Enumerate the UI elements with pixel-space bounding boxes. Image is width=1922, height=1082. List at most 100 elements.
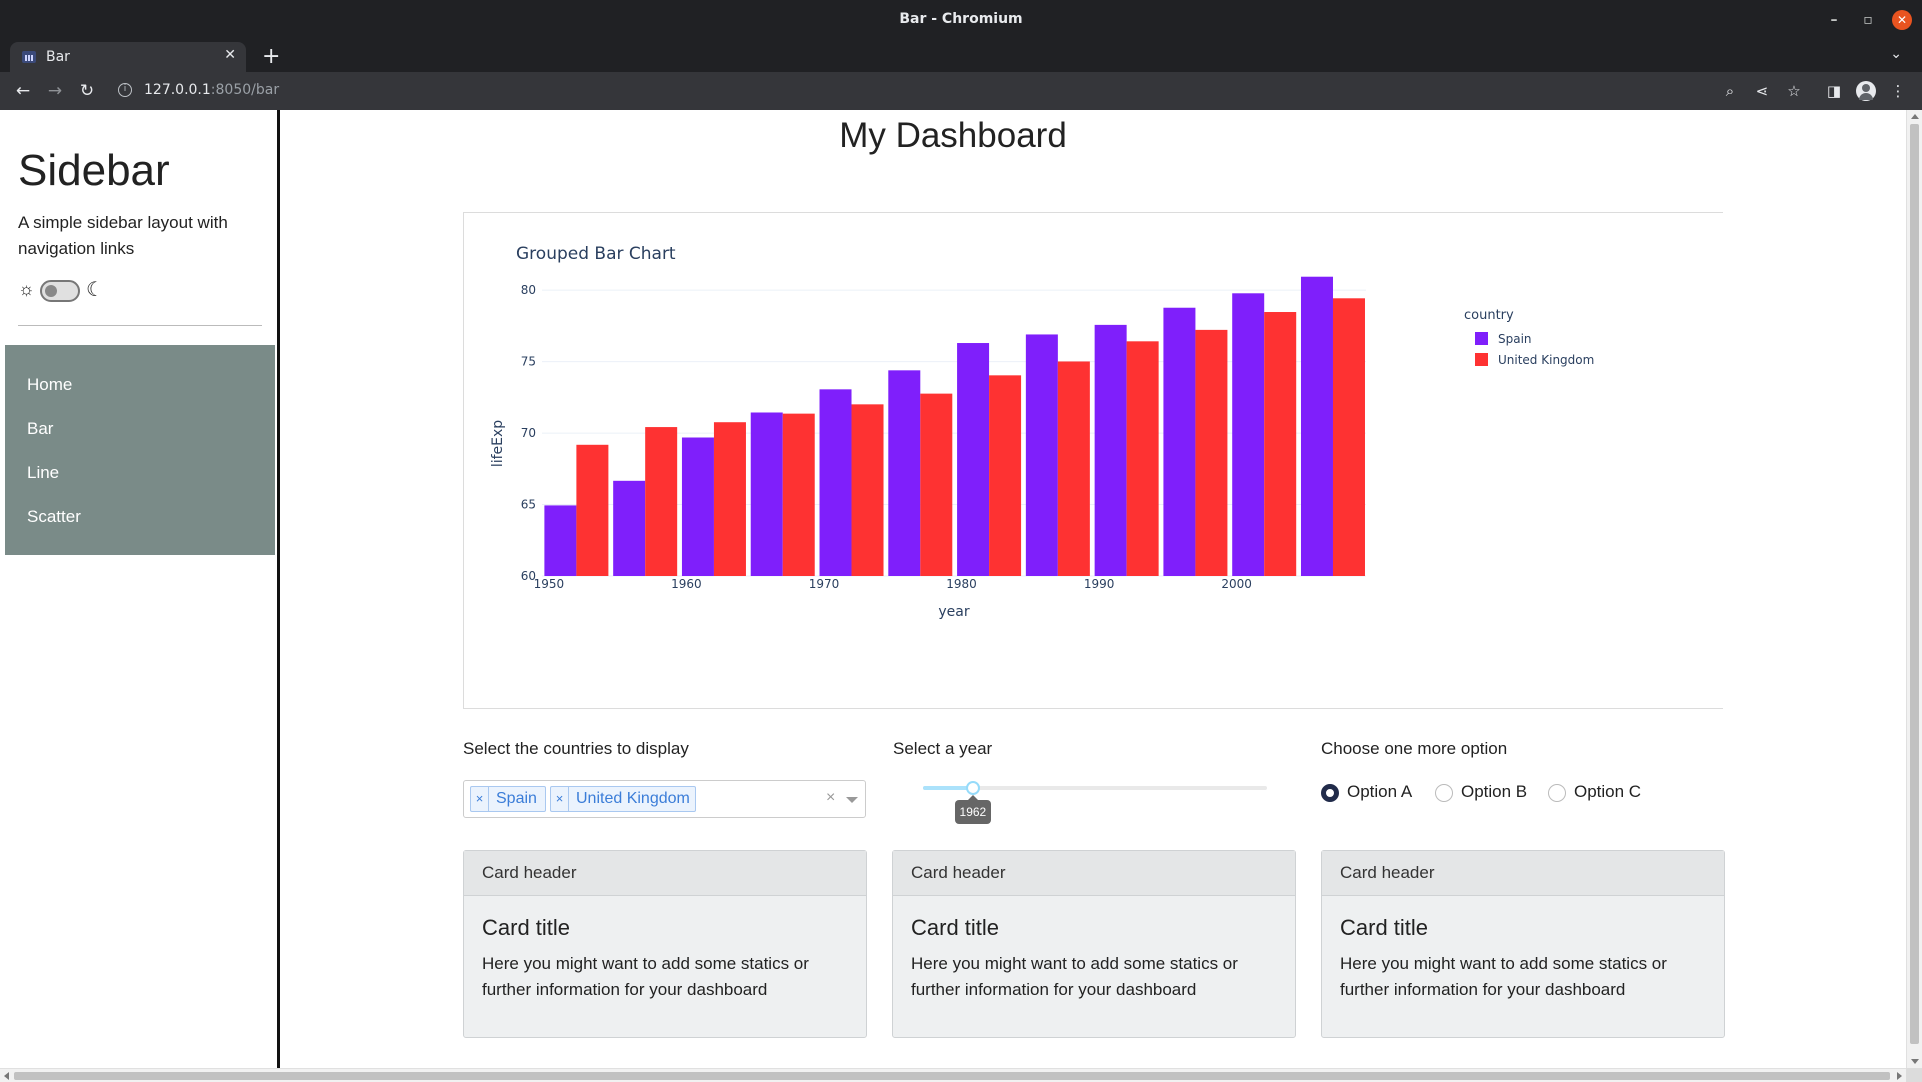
bar-spain (544, 505, 577, 576)
nav-link-line[interactable]: Line (27, 463, 59, 483)
profile-avatar-icon[interactable] (1856, 81, 1876, 101)
restore-icon[interactable]: ▫ (1856, 8, 1880, 32)
scroll-down-icon[interactable] (1911, 1059, 1919, 1064)
sidebar-subtitle: A simple sidebar layout with navigation … (18, 213, 228, 258)
reload-icon[interactable]: ↻ (76, 80, 98, 102)
bar-united-kingdom (1057, 361, 1090, 576)
info-card: Card header Card title Here you might wa… (463, 850, 867, 1038)
chart-favicon-icon (22, 51, 36, 63)
x-tick-label: 1950 (534, 577, 565, 591)
bar-united-kingdom (1264, 312, 1297, 576)
bookmark-star-icon[interactable]: ☆ (1784, 81, 1804, 101)
menu-kebab-icon[interactable]: ⋮ (1888, 81, 1908, 101)
horizontal-scrollbar[interactable] (0, 1068, 1906, 1082)
chip-label: United Kingdom (576, 790, 690, 807)
card-title: Card title (1340, 915, 1429, 940)
bar-united-kingdom (713, 422, 746, 576)
sidebar-title: Sidebar (18, 146, 170, 195)
sidebar: Sidebar A simple sidebar layout with nav… (0, 110, 280, 1068)
address-bar[interactable]: i 127.0.0.1:8050/bar (112, 76, 1712, 106)
bar-united-kingdom (782, 413, 815, 576)
theme-switch[interactable] (40, 280, 80, 302)
scroll-up-icon[interactable] (1911, 114, 1919, 119)
bar-united-kingdom (989, 375, 1022, 576)
card-text: Here you might want to add some statics … (1340, 954, 1667, 999)
option-label: Choose one more option (1321, 739, 1508, 758)
scroll-thumb[interactable] (14, 1072, 1890, 1080)
bar-spain (750, 412, 783, 576)
bar-spain (1094, 324, 1127, 576)
chart-title: Grouped Bar Chart (516, 244, 676, 264)
x-tick-label: 1960 (671, 577, 702, 591)
dropdown-arrow-icon[interactable] (846, 797, 858, 803)
countries-dropdown[interactable]: × Spain × United Kingdom × (463, 780, 866, 818)
radio-label: Option B (1461, 782, 1528, 801)
nav-link-scatter[interactable]: Scatter (27, 507, 81, 527)
bar-spain (1163, 307, 1196, 576)
bar-spain (819, 389, 852, 576)
tab-label: Bar (46, 49, 70, 65)
page-viewport: Sidebar A simple sidebar layout with nav… (0, 110, 1922, 1082)
window-titlebar: Bar - Chromium – ▫ ✕ (0, 0, 1922, 40)
vertical-scrollbar[interactable] (1906, 110, 1922, 1068)
bar-spain (1025, 334, 1058, 576)
bar-spain (613, 480, 646, 576)
close-window-icon[interactable]: ✕ (1892, 10, 1912, 30)
remove-chip-icon[interactable]: × (471, 787, 489, 811)
radio-dot[interactable] (1435, 784, 1453, 802)
y-tick-label: 75 (521, 355, 536, 369)
bar-united-kingdom (1195, 329, 1228, 576)
bar-united-kingdom (576, 444, 609, 576)
x-axis-title: year (938, 604, 969, 620)
page-title: My Dashboard (839, 116, 1067, 155)
zoom-icon[interactable]: ⌕ (1720, 81, 1740, 101)
legend-swatch (1475, 332, 1488, 345)
year-label: Select a year (893, 739, 993, 758)
browser-toolbar: ← → ↻ i 127.0.0.1:8050/bar ⌕ ⋖ ☆ ◨ ⋮ (0, 72, 1922, 110)
window-title: Bar - Chromium (899, 11, 1023, 27)
minimize-icon[interactable]: – (1822, 8, 1846, 32)
info-card: Card header Card title Here you might wa… (892, 850, 1296, 1038)
info-icon[interactable]: i (118, 83, 132, 97)
clear-selection-icon[interactable]: × (826, 789, 835, 807)
new-tab-icon[interactable]: + (262, 44, 280, 69)
sidebar-nav: Home Bar Line Scatter (5, 345, 275, 555)
radio-label: Option A (1347, 782, 1413, 801)
card-title: Card title (482, 915, 571, 940)
main-content: My Dashboard Grouped Bar Chart 60 65 70 75 80… (283, 110, 1903, 1068)
year-slider-tooltip: 1962 (954, 795, 991, 824)
tab-bar[interactable]: Bar ✕ (10, 42, 246, 72)
side-panel-icon[interactable]: ◨ (1824, 81, 1844, 101)
share-icon[interactable]: ⋖ (1752, 81, 1772, 101)
info-card: Card header Card title Here you might wa… (1321, 850, 1725, 1038)
x-tick-label: 2000 (1221, 577, 1252, 591)
radio-dot[interactable] (1321, 784, 1339, 802)
chevron-down-icon[interactable]: ⌄ (1890, 46, 1902, 62)
bar-united-kingdom (1126, 341, 1159, 576)
close-tab-icon[interactable]: ✕ (224, 47, 236, 63)
bar-spain (681, 437, 714, 576)
card-text: Here you might want to add some statics … (911, 954, 1238, 999)
moon-icon: ☾ (86, 279, 104, 301)
chip-united-kingdom: × United Kingdom (550, 786, 696, 812)
scroll-left-icon[interactable] (4, 1072, 9, 1080)
scroll-thumb[interactable] (1910, 124, 1919, 1044)
bar-spain (1232, 293, 1265, 576)
back-icon[interactable]: ← (12, 80, 34, 102)
y-tick-label: 65 (521, 498, 536, 512)
remove-chip-icon[interactable]: × (551, 787, 569, 811)
sun-icon: ☼ (18, 279, 35, 299)
bar-spain (888, 370, 921, 576)
nav-link-bar[interactable]: Bar (27, 419, 53, 439)
card-header: Card header (1322, 851, 1724, 896)
forward-icon[interactable]: → (44, 80, 66, 102)
card-header: Card header (464, 851, 866, 896)
bar-chart[interactable]: Grouped Bar Chart 60 65 70 75 80 1950 1960 1970 1… (463, 212, 1723, 709)
radio-dot[interactable] (1548, 784, 1566, 802)
bar-united-kingdom (1332, 298, 1365, 576)
legend-title: country (1464, 308, 1514, 323)
scroll-right-icon[interactable] (1897, 1072, 1902, 1080)
y-axis-title: lifeExp (490, 420, 506, 467)
year-slider-handle[interactable] (965, 781, 980, 795)
nav-link-home[interactable]: Home (27, 375, 72, 395)
